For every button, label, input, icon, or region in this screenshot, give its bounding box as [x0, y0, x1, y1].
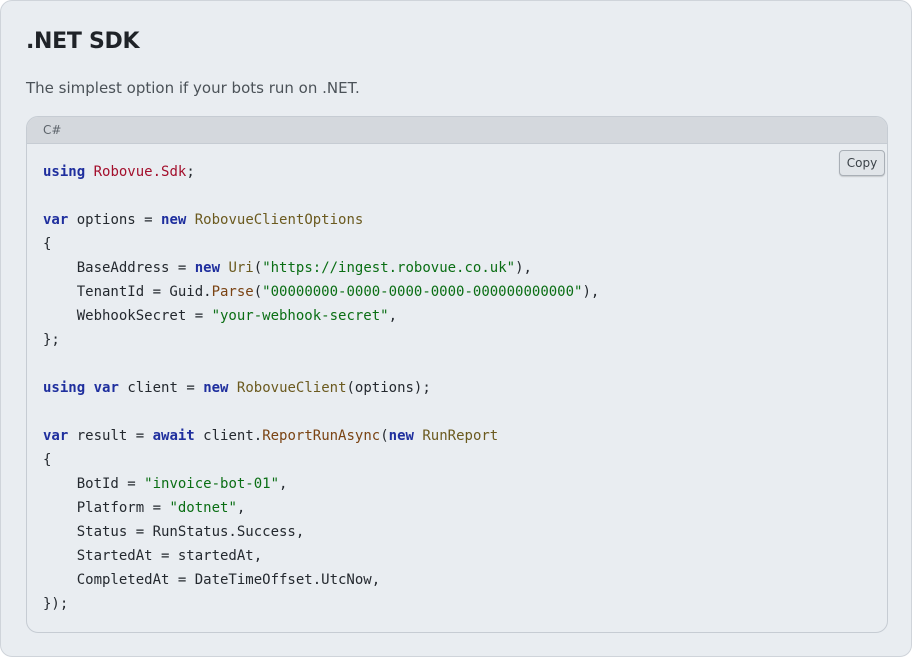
code-token-kw: using: [43, 164, 86, 180]
code-token: TenantId = Guid.: [43, 284, 212, 300]
code-token: (options);: [346, 380, 431, 396]
code-token: ,: [279, 476, 288, 492]
code-line: BotId = "invoice-bot-01",: [43, 476, 288, 492]
code-line: BaseAddress = new Uri("https://ingest.ro…: [43, 260, 532, 276]
code-token-kw: var: [93, 380, 119, 396]
code-token: Status = RunStatus.Success,: [43, 524, 305, 540]
code-token: options =: [68, 212, 162, 228]
code-token: client =: [118, 380, 204, 396]
code-token-kw: var: [43, 428, 69, 444]
section-description: The simplest option if your bots run on …: [26, 79, 360, 97]
code-token-ty: Uri: [228, 260, 254, 276]
code-token: };: [43, 332, 60, 348]
code-token-fn: ReportRunAsync: [262, 428, 381, 444]
code-line: var options = new RobovueClientOptions: [43, 212, 363, 228]
code-token-str: "your-webhook-secret": [211, 308, 389, 324]
section-title: .NET SDK: [26, 29, 140, 54]
code-token-ty: RunReport: [422, 428, 499, 444]
code-token: (: [380, 428, 389, 444]
code-token-fn: Parse: [211, 284, 254, 300]
code-token: CompletedAt = DateTimeOffset.UtcNow,: [43, 572, 381, 588]
code-content[interactable]: using Robovue.Sdk; var options = new Rob…: [43, 160, 599, 616]
code-token: (: [253, 284, 263, 300]
code-line: {: [43, 236, 51, 252]
copy-button[interactable]: Copy: [839, 150, 885, 176]
code-token: ;: [186, 164, 195, 180]
code-token-str: "https://ingest.robovue.co.uk": [262, 260, 516, 276]
code-token-kw: var: [43, 212, 69, 228]
code-token: ,: [236, 500, 246, 516]
code-token-kw: new: [161, 212, 187, 228]
code-token-kw: await: [152, 428, 195, 444]
code-token-kw: using: [43, 380, 86, 396]
code-token: Platform =: [43, 500, 170, 516]
code-line: var result = await client.ReportRunAsync…: [43, 428, 498, 444]
code-token: });: [43, 596, 69, 612]
code-line: CompletedAt = DateTimeOffset.UtcNow,: [43, 572, 380, 588]
code-token: result =: [68, 428, 153, 444]
sdk-card: .NET SDK The simplest option if your bot…: [0, 0, 912, 657]
code-token-kw: new: [203, 380, 229, 396]
code-line: WebhookSecret = "your-webhook-secret",: [43, 308, 397, 324]
code-token: WebhookSecret =: [43, 308, 212, 324]
code-line: using var client = new RobovueClient(opt…: [43, 380, 431, 396]
code-token: ,: [388, 308, 398, 324]
code-header: C#: [27, 117, 887, 144]
code-token: StartedAt = startedAt,: [43, 548, 263, 564]
code-token: client.: [194, 428, 263, 444]
code-token-str: "dotnet": [169, 500, 237, 516]
code-token: BaseAddress =: [43, 260, 195, 276]
code-token: {: [43, 236, 52, 252]
code-line: };: [43, 332, 60, 348]
code-token: ),: [582, 284, 600, 300]
code-token-kw: new: [194, 260, 221, 276]
code-token-str: "invoice-bot-01": [144, 476, 280, 492]
code-token-ty: RobovueClientOptions: [194, 212, 364, 228]
code-line: TenantId = Guid.Parse("00000000-0000-000…: [43, 284, 600, 300]
code-token-ty: RobovueClient: [236, 380, 347, 396]
code-line: });: [43, 596, 68, 612]
code-line: {: [43, 452, 51, 468]
code-token-kw: new: [388, 428, 414, 444]
code-line: Platform = "dotnet",: [43, 500, 246, 516]
code-token: (: [253, 260, 263, 276]
code-token-ns: Robovue.Sdk: [93, 164, 187, 180]
code-token: ),: [515, 260, 532, 276]
code-token-str: "00000000-0000-0000-0000-000000000000": [262, 284, 583, 300]
code-token: {: [43, 452, 52, 468]
code-line: Status = RunStatus.Success,: [43, 524, 305, 540]
code-language-label: C#: [43, 123, 62, 137]
code-line: using Robovue.Sdk;: [43, 164, 195, 180]
code-line: StartedAt = startedAt,: [43, 548, 262, 564]
code-block: C# Copy using Robovue.Sdk; var options =…: [26, 116, 888, 633]
code-token: BotId =: [43, 476, 145, 492]
